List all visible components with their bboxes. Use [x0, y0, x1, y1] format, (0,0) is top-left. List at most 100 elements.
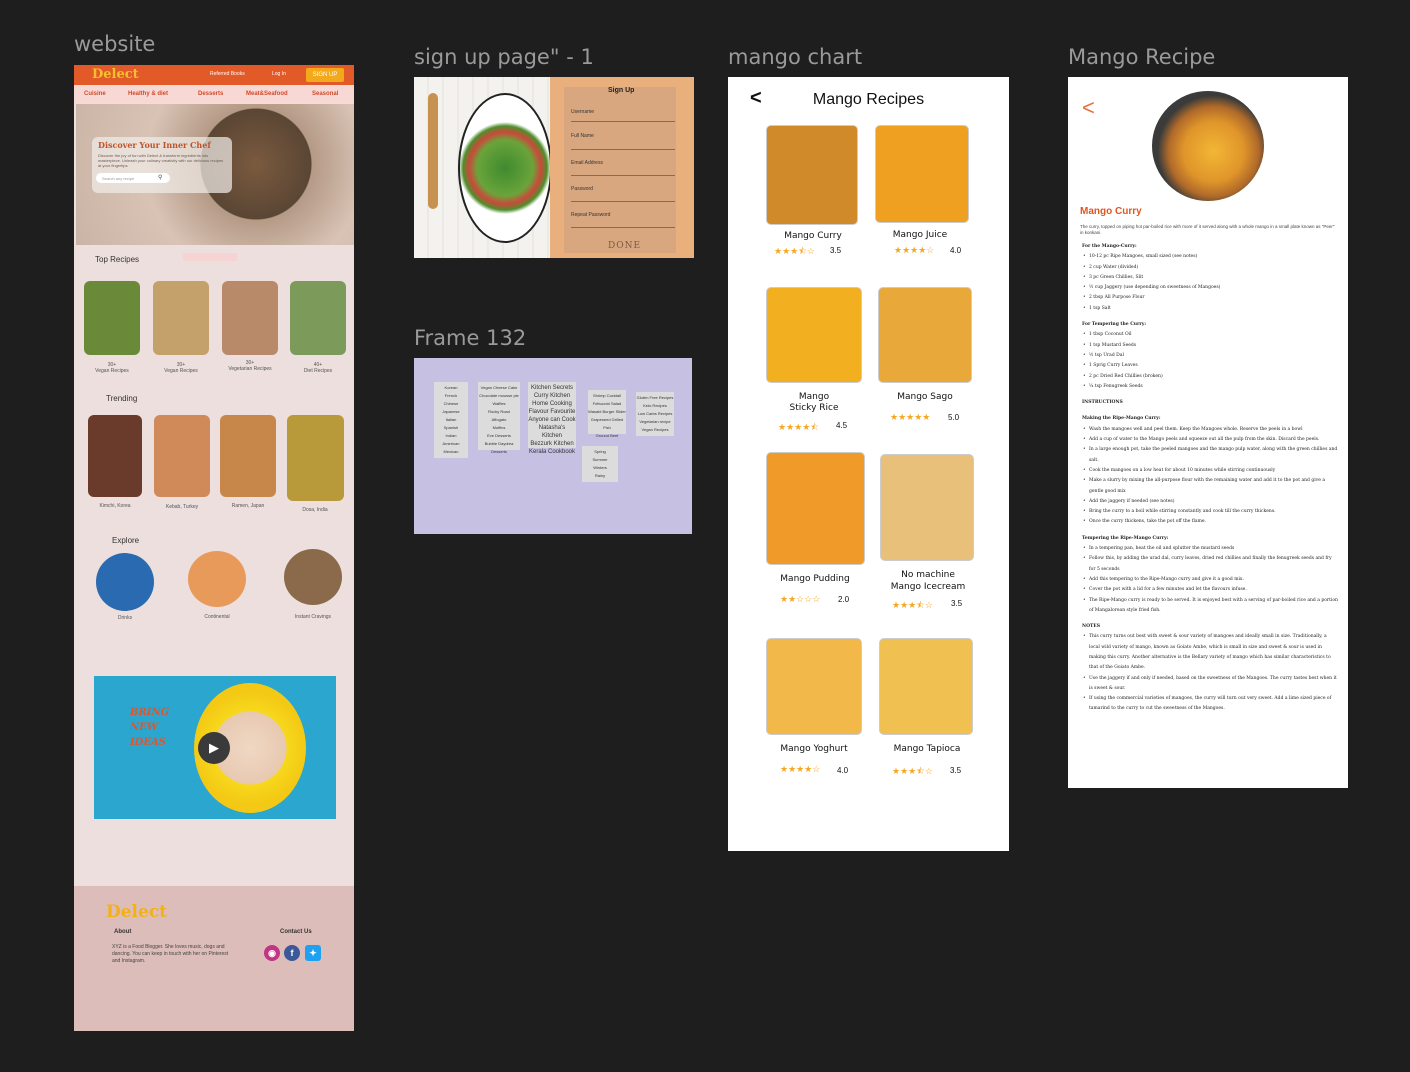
category-healthy-diet[interactable]: Healthy & diet — [128, 91, 168, 97]
star-rating: ★★★★⯪ — [778, 422, 819, 432]
email-field[interactable]: Email Address — [571, 160, 603, 166]
recipe-section-heading: For the Mango-Curry: — [1082, 244, 1137, 249]
mango-yoghurt-image[interactable] — [766, 638, 862, 735]
category-meat-seafood[interactable]: Meat&Seafood — [246, 91, 288, 97]
recipe-name[interactable]: Mango Tapioca — [872, 744, 982, 754]
trending-image[interactable] — [154, 415, 210, 497]
recipe-list-item: Cover the pot with a lid for a few minut… — [1082, 585, 1338, 596]
card-item: Fettuccini Salad — [592, 401, 622, 406]
blogs-card[interactable]: Kitchen Secrets Curry Kitchen Home Cooki… — [528, 382, 576, 455]
done-button[interactable]: DONE — [608, 241, 641, 251]
mango-icecream-image[interactable] — [880, 454, 974, 561]
frame-label-mango-recipe[interactable]: Mango Recipe — [1068, 45, 1215, 69]
hero-subtitle: Discover the joy of fun with Delect & tr… — [98, 153, 224, 168]
repeat-password-field[interactable]: Repeat Password — [571, 212, 610, 218]
nav-log-in[interactable]: Log In — [272, 71, 286, 77]
recipe-list-item: In a tempering pan, heat the oil and spl… — [1082, 544, 1338, 555]
seasonal-card[interactable]: Spring Summer Winters Rainy — [582, 446, 618, 482]
mango-curry-image[interactable] — [766, 125, 858, 225]
cuisine-card[interactable]: Korean French Chinese Japanese Italian S… — [434, 382, 468, 458]
card-item: Muffins — [492, 425, 506, 430]
frame-label-website[interactable]: website — [74, 32, 155, 56]
card-item: Natasha's Kitchen — [538, 425, 566, 439]
instagram-icon[interactable]: ◉ — [264, 945, 280, 961]
website-logo[interactable]: Delect — [92, 67, 139, 82]
card-item: Flavour Favourite — [528, 409, 576, 415]
mango-chart-frame[interactable]: < Mango Recipes Mango Curry Mango Juice … — [728, 77, 1009, 851]
card-item: Bezzurk Kitchen — [530, 441, 574, 447]
recipe-list-item: Once the curry thickens, take the pot of… — [1082, 517, 1338, 528]
explore-label: Continental — [204, 614, 230, 620]
card-item: Vegetarian recipe — [639, 419, 671, 424]
mango-recipe-frame[interactable]: < Mango Curry The curry, topped on pipin… — [1068, 77, 1348, 788]
card-item: Spring — [594, 449, 606, 454]
frame132[interactable]: Korean French Chinese Japanese Italian S… — [414, 358, 692, 534]
fullname-field[interactable]: Full Name — [571, 133, 594, 139]
recipe-name[interactable]: Mango Juice — [865, 230, 975, 240]
facebook-icon[interactable]: f — [284, 945, 300, 961]
search-icon[interactable]: ⚲ — [158, 174, 162, 181]
card-item: Ground Beef — [595, 433, 619, 438]
recipe-name[interactable]: Mango Yoghurt — [759, 744, 869, 754]
card-item: Kitchen Secrets — [530, 385, 574, 391]
explore-continental-image[interactable] — [188, 551, 246, 607]
top-recipe-image[interactable] — [153, 281, 209, 355]
star-rating: ★★★⯪☆ — [892, 766, 933, 776]
explore-instant-image[interactable] — [284, 549, 342, 605]
star-rating: ★★☆☆☆ — [780, 594, 821, 604]
twitter-icon[interactable]: ✦ — [305, 945, 321, 961]
trending-image[interactable] — [88, 415, 142, 497]
recipe-name[interactable]: Mango Sago — [870, 392, 980, 402]
frame-label-signup[interactable]: sign up page" - 1 — [414, 45, 594, 69]
field-underline — [571, 175, 675, 176]
username-field[interactable]: Username — [571, 109, 594, 115]
top-recipe-image[interactable] — [84, 281, 140, 355]
rating-value: 3.5 — [951, 599, 963, 608]
website-frame[interactable]: Delect Referred Books Log In SIGN UP Cui… — [74, 65, 354, 1031]
recipe-name[interactable]: Mango Curry — [758, 231, 868, 241]
mango-sago-image[interactable] — [878, 287, 972, 383]
category-desserts[interactable]: Desserts — [198, 91, 223, 97]
trending-label: Kebab, Turkey — [165, 504, 199, 510]
signup-button[interactable]: SIGN UP — [306, 68, 344, 82]
top-recipe-image[interactable] — [290, 281, 346, 355]
category-seasonal[interactable]: Seasonal — [312, 91, 338, 97]
recipe-name[interactable]: Mango Pudding — [760, 574, 870, 584]
footer-about-text: XYZ is a Food Blogger. She loves music, … — [112, 944, 229, 964]
password-field[interactable]: Password — [571, 186, 593, 192]
video-text: BRING NEW IDEAS — [130, 705, 169, 750]
signup-frame[interactable]: Sign Up Username Full Name Email Address… — [414, 77, 694, 258]
mango-tapioca-image[interactable] — [879, 638, 973, 735]
category-cuisine[interactable]: Cuisine — [84, 91, 106, 97]
recipe-list-item: 2 pc Dried Red Chillies (broken) — [1082, 372, 1338, 383]
explore-label: Instant Cravings — [294, 614, 332, 620]
rating-value: 4.5 — [836, 421, 848, 430]
trending-image[interactable] — [287, 415, 344, 501]
recipe-section-heading: INSTRUCTIONS — [1082, 400, 1123, 406]
salad-plate-image — [458, 93, 552, 243]
diet-card[interactable]: Gluten Free Recipes Keto Recipes Low Car… — [636, 392, 674, 436]
frame-label-frame132[interactable]: Frame 132 — [414, 326, 526, 350]
desserts-card[interactable]: Vegan Cheese Cake Chocolate mousse pie W… — [478, 382, 520, 454]
recipe-list-item: The Ripe-Mango curry is ready to be serv… — [1082, 596, 1338, 617]
play-icon[interactable]: ▶ — [198, 732, 230, 764]
mango-sticky-rice-image[interactable] — [766, 287, 862, 383]
seafood-card[interactable]: Shrimp Cocktail Fettuccini Salad Wasabi … — [588, 390, 626, 438]
top-recipe-image[interactable] — [222, 281, 278, 355]
footer-about-title: About — [114, 929, 132, 935]
rating-value: 3.5 — [950, 766, 962, 775]
recipe-name[interactable]: Mango Sticky Rice — [759, 392, 869, 414]
mango-pudding-image[interactable] — [766, 452, 865, 565]
footer-logo[interactable]: Delect — [106, 902, 167, 922]
mango-chart-title: Mango Recipes — [812, 91, 925, 108]
mango-juice-image[interactable] — [875, 125, 969, 223]
star-rating: ★★★★☆ — [780, 764, 821, 774]
field-underline — [571, 201, 675, 202]
recipe-name[interactable]: No machine Mango Icecream — [873, 569, 983, 593]
nav-referred-books[interactable]: Referred Books — [210, 71, 245, 77]
frame-label-mango-chart[interactable]: mango chart — [728, 45, 862, 69]
star-rating: ★★★⯪☆ — [892, 600, 933, 610]
explore-drinks-image[interactable] — [96, 553, 154, 611]
trending-image[interactable] — [220, 415, 276, 497]
chevron-left-icon[interactable]: < — [1082, 95, 1095, 121]
